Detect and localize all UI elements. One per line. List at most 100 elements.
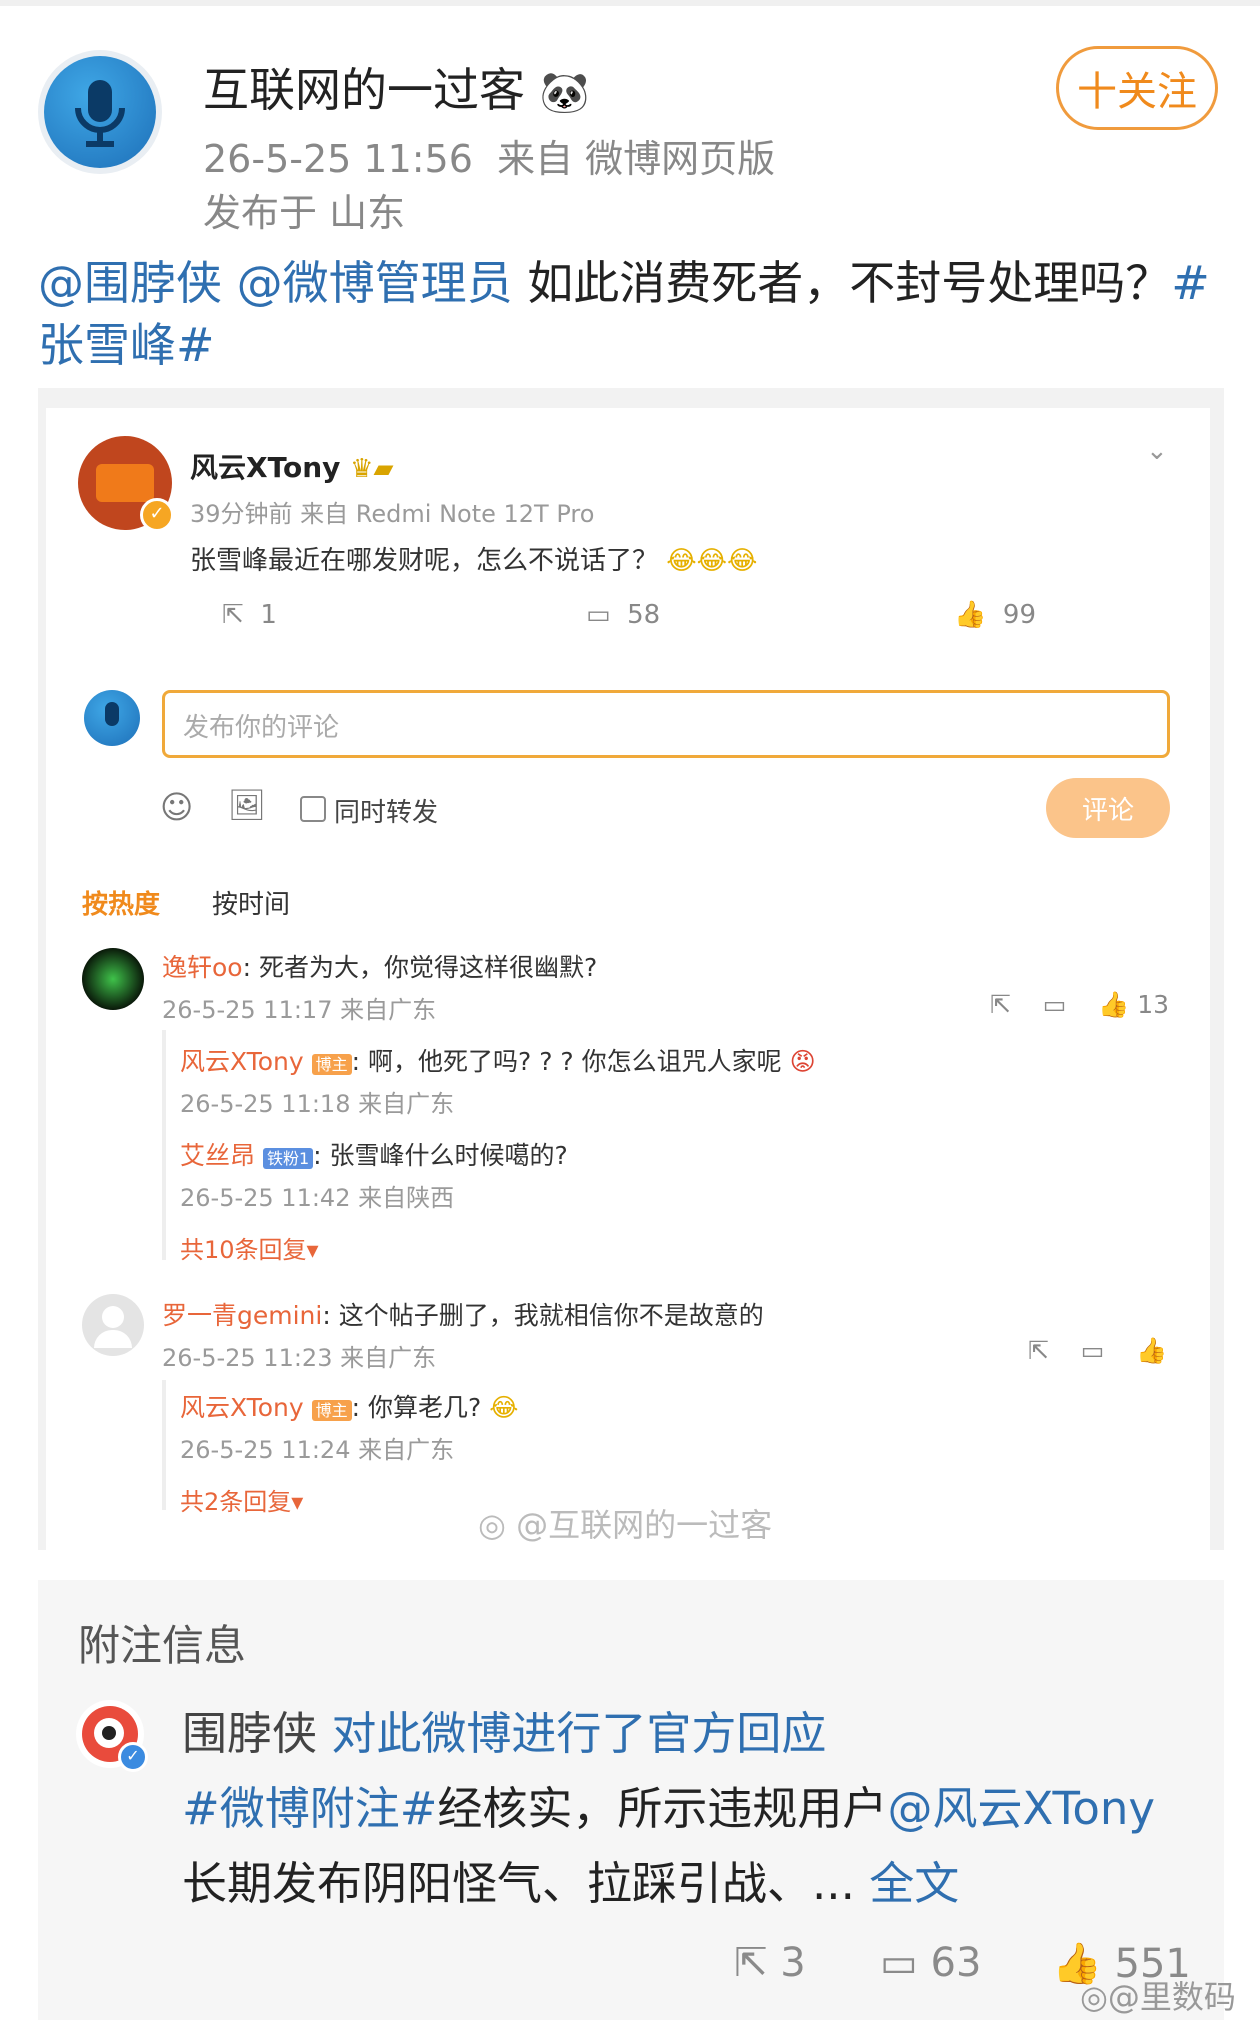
reply-meta: 26-5-25 11:42 来自陕西 <box>180 1184 455 1212</box>
share-icon: ⇱ <box>734 1940 768 1986</box>
annotation-text-2: 长期发布阴阳怪气、拉踩引战、... <box>182 1857 855 1910</box>
reply-divider <box>162 1380 166 1510</box>
reply-user[interactable]: 风云XTony <box>180 1393 304 1422</box>
post-location: 发布于 山东 <box>203 191 406 235</box>
annotation-comment[interactable]: ▭ 63 <box>880 1940 981 1986</box>
comment-input[interactable]: 发布你的评论 <box>162 690 1170 758</box>
caret-down-icon: ▾ <box>306 1236 319 1264</box>
annotation-repost[interactable]: ⇱ 3 <box>734 1940 806 1986</box>
annotation-title: 附注信息 <box>78 1621 247 1670</box>
verified-badge-icon: ✓ <box>140 498 174 532</box>
thumbs-up-icon: 👍 <box>954 600 987 630</box>
comment-like-count: 13 <box>1137 990 1170 1019</box>
share-icon[interactable]: ⇱ <box>990 990 1011 1019</box>
more-replies-link[interactable]: 共10条回复▾ <box>180 1230 319 1265</box>
more-replies-text: 共10条回复 <box>180 1236 307 1264</box>
author-avatar[interactable] <box>44 56 156 168</box>
caret-down-icon: ▾ <box>291 1488 304 1516</box>
annotation-repost-count: 3 <box>780 1940 806 1986</box>
comment-icon[interactable]: ▭ <box>1043 990 1067 1019</box>
tab-sort-hot[interactable]: 按热度 <box>82 884 160 921</box>
comment-icon: ▭ <box>586 600 611 630</box>
comment-meta: 26-5-25 11:17 来自广东 <box>162 996 437 1024</box>
screenshot-repost-count: 1 <box>260 600 277 630</box>
screenshot-watermark: ◎ @互联网的一过客 <box>478 1500 772 1546</box>
screenshot-content: 张雪峰最近在哪发财呢，怎么不说话了？ 😂😂😂 <box>190 540 757 577</box>
screenshot-author-text: 风云XTony <box>190 451 341 484</box>
submit-comment-button[interactable]: 评论 <box>1046 778 1170 838</box>
annotation-author[interactable]: 围脖侠 <box>182 1707 317 1760</box>
panda-emoji-icon: 🐼 <box>539 70 590 116</box>
more-replies-text: 共2条回复 <box>180 1488 292 1516</box>
full-text-link[interactable]: 全文 <box>869 1857 959 1910</box>
reply-divider <box>162 1030 166 1260</box>
share-icon: ⇱ <box>222 600 244 630</box>
emoji-picker-icon[interactable]: ☺ <box>160 788 193 826</box>
commenter-avatar[interactable] <box>82 1294 144 1356</box>
post-body-text: 如此消费死者，不封号处理吗？ <box>512 256 1172 310</box>
page-watermark: ◎@里数码 <box>1080 1972 1236 2018</box>
chevron-down-icon[interactable]: ⌄ <box>1146 436 1168 466</box>
author-name[interactable]: 互联网的一过客 🐼 <box>203 54 589 120</box>
follow-button[interactable]: 十关注 <box>1056 46 1218 130</box>
repost-checkbox-label: 同时转发 <box>334 798 439 828</box>
comment-actions: ⇱ ▭ 👍 13 <box>990 990 1169 1020</box>
mention-link[interactable]: @微博管理员 <box>237 256 513 310</box>
microphone-icon <box>75 80 125 147</box>
image-icon[interactable]: 🖼 <box>228 788 266 823</box>
weibo-logo-icon: ◎ <box>478 1506 506 1544</box>
thumbs-up-icon[interactable]: 👍 <box>1098 990 1129 1019</box>
screenshot-like[interactable]: 👍 99 <box>954 600 1036 630</box>
fan-badge: 铁粉1 <box>262 1148 314 1169</box>
annotation-hashtag[interactable]: #微博附注# <box>182 1782 437 1835</box>
post-time: 26-5-25 11:56 <box>203 137 473 181</box>
reply-line: 艾丝昂 铁粉1: 张雪峰什么时候噶的? <box>180 1136 568 1172</box>
comment-line: 罗一青gemini: 这个帖子删了，我就相信你不是故意的 <box>162 1296 764 1332</box>
post-meta: 26-5-25 11:56 来自 微博网页版 <box>203 128 775 183</box>
annotation-action-link[interactable]: 对此微博进行了官方回应 <box>331 1707 826 1760</box>
crown-badge-icon: ♛▰ <box>350 454 394 484</box>
post-source: 来自 微博网页版 <box>497 137 776 181</box>
reply-text: : 啊，他死了吗? ? ? 你怎么诅咒人家呢 <box>351 1047 782 1076</box>
more-replies-link[interactable]: 共2条回复▾ <box>180 1482 303 1517</box>
screenshot-meta: 39分钟前 来自 Redmi Note 12T Pro <box>190 500 595 528</box>
weibo-logo-icon: ◎ <box>1080 1978 1108 2016</box>
reply-text: : 张雪峰什么时候噶的? <box>313 1141 568 1170</box>
follow-label: 十关注 <box>1077 69 1197 115</box>
top-divider <box>0 0 1260 6</box>
comment-meta: 26-5-25 11:23 来自广东 <box>162 1344 437 1372</box>
screenshot-repost[interactable]: ⇱ 1 <box>222 600 277 630</box>
commenter-avatar[interactable] <box>82 948 144 1010</box>
screenshot-author: 风云XTony ♛▰ <box>190 446 393 486</box>
screenshot-comment[interactable]: ▭ 58 <box>586 600 660 630</box>
share-icon[interactable]: ⇱ <box>1028 1336 1049 1365</box>
comment-text: : 死者为大，你觉得这样很幽默? <box>242 953 598 982</box>
annotation-avatar[interactable]: ✓ <box>76 1700 148 1772</box>
reply-line: 风云XTony 博主: 啊，他死了吗? ? ? 你怎么诅咒人家呢 😡 <box>180 1042 816 1078</box>
commenter-name[interactable]: 逸轩oo <box>162 953 243 982</box>
reply-line: 风云XTony 博主: 你算老几? 😂 <box>180 1388 518 1424</box>
commenter-name[interactable]: 罗一青gemini <box>162 1301 322 1330</box>
annotation-comment-count: 63 <box>930 1940 982 1986</box>
thumbs-up-icon[interactable]: 👍 <box>1136 1336 1167 1365</box>
repost-checkbox[interactable] <box>300 796 326 822</box>
post-text: @围脖侠 @微博管理员 如此消费死者，不封号处理吗？# 张雪峰# <box>38 252 1228 376</box>
reply-user[interactable]: 风云XTony <box>180 1047 304 1076</box>
reply-meta: 26-5-25 11:18 来自广东 <box>180 1090 455 1118</box>
my-avatar <box>84 690 140 746</box>
hashtag-open[interactable]: # <box>1171 256 1210 310</box>
verified-badge-icon: ✓ <box>118 1742 148 1772</box>
hashtag-link[interactable]: 张雪峰# <box>38 318 215 372</box>
annotation-mention[interactable]: @风云XTony <box>887 1782 1155 1835</box>
screenshot-author-avatar: ✓ <box>78 436 174 532</box>
reply-user[interactable]: 艾丝昂 <box>180 1141 255 1170</box>
submit-label: 评论 <box>1081 795 1134 826</box>
page-watermark-text: @里数码 <box>1107 1978 1236 2016</box>
comment-icon[interactable]: ▭ <box>1081 1336 1105 1365</box>
annotation-body: 围脖侠 对此微博进行了官方回应 #微博附注#经核实，所示违规用户@风云XTony… <box>182 1696 1162 1921</box>
author-name-text: 互联网的一过客 <box>203 63 525 117</box>
emoji-icon: 😂 <box>489 1393 519 1422</box>
tab-sort-time[interactable]: 按时间 <box>212 884 290 921</box>
mention-link[interactable]: @围脖侠 <box>38 256 222 310</box>
comment-actions: ⇱ ▭ 👍 <box>1028 1336 1167 1366</box>
